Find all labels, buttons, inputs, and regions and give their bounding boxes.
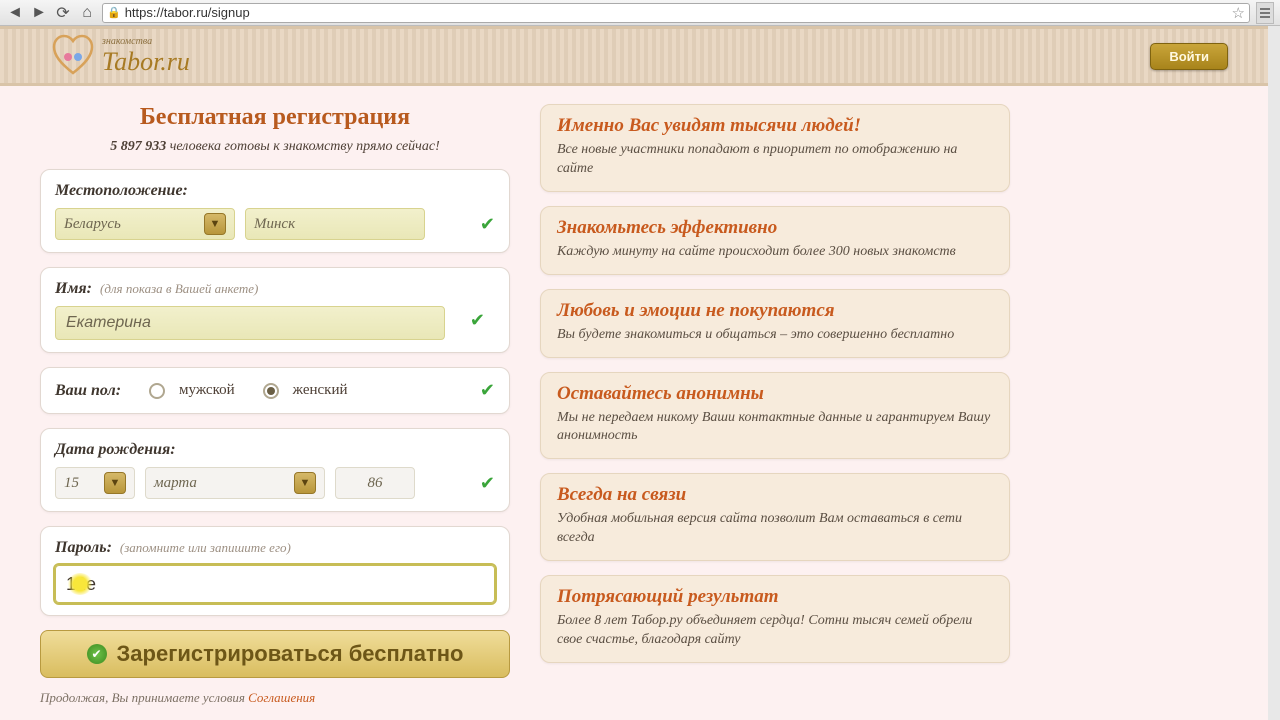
name-card: Имя: (для показа в Вашей анкете) ✔ <box>40 267 510 353</box>
location-label: Местоположение: <box>55 182 188 199</box>
user-count: 5 897 933 <box>110 139 166 154</box>
name-hint: (для показа в Вашей анкете) <box>100 281 258 296</box>
country-select[interactable]: Беларусь ▼ <box>55 208 235 240</box>
info-text: Более 8 лет Табор.ру объединяет сердца! … <box>557 612 993 650</box>
brand-name: Tabor.ru <box>102 47 190 77</box>
url-bar[interactable]: 🔒 https://tabor.ru/signup ☆ <box>102 3 1250 23</box>
check-icon: ✔ <box>480 473 495 494</box>
url-text: https://tabor.ru/signup <box>125 5 250 20</box>
location-card: Местоположение: Беларусь ▼ Минск ✔ <box>40 169 510 253</box>
info-heading: Любовь и эмоции не покупаются <box>557 300 993 322</box>
info-card: Знакомьтесь эффективно Каждую минуту на … <box>540 206 1010 275</box>
dob-label: Дата рождения: <box>55 441 176 458</box>
password-card: Пароль: (запомните или запишите его) <box>40 526 510 616</box>
reload-icon[interactable]: ⟳ <box>54 4 72 22</box>
info-heading: Именно Вас увидят тысячи людей! <box>557 115 993 137</box>
gender-label: Ваш пол: <box>55 382 121 400</box>
info-card: Всегда на связи Удобная мобильная версия… <box>540 473 1010 561</box>
info-text: Мы не передаем никому Ваши контактные да… <box>557 409 993 447</box>
info-card: Именно Вас увидят тысячи людей! Все новы… <box>540 104 1010 192</box>
browser-toolbar: ◄ ► ⟳ ⌂ 🔒 https://tabor.ru/signup ☆ <box>0 0 1280 26</box>
scrollbar-thumb[interactable] <box>1271 30 1277 150</box>
radio-female[interactable] <box>263 383 279 399</box>
info-text: Все новые участники попадают в приоритет… <box>557 141 993 179</box>
logo[interactable]: знакомства Tabor.ru <box>50 33 190 79</box>
check-icon: ✔ <box>470 310 485 331</box>
radio-male[interactable] <box>149 383 165 399</box>
subtitle: 5 897 933 человека готовы к знакомству п… <box>40 139 510 155</box>
info-heading: Потрясающий результат <box>557 586 993 608</box>
lock-icon: 🔒 <box>107 6 121 19</box>
site-header: знакомства Tabor.ru Войти <box>0 26 1268 86</box>
info-heading: Знакомьтесь эффективно <box>557 217 993 239</box>
gender-card: Ваш пол: мужской женский ✔ <box>40 367 510 414</box>
info-text: Вы будете знакомиться и общаться – это с… <box>557 326 993 345</box>
terms-text: Продолжая, Вы принимаете условия Соглаше… <box>40 690 510 706</box>
male-label: мужской <box>179 382 235 399</box>
info-card: Любовь и эмоции не покупаются Вы будете … <box>540 289 1010 358</box>
heart-icon <box>50 33 96 79</box>
star-icon[interactable]: ☆ <box>1232 4 1245 22</box>
terms-link[interactable]: Соглашения <box>248 690 315 705</box>
info-card: Потрясающий результат Более 8 лет Табор.… <box>540 575 1010 663</box>
chevron-down-icon: ▼ <box>294 472 316 494</box>
home-icon[interactable]: ⌂ <box>78 4 96 22</box>
dob-card: Дата рождения: 15 ▼ марта ▼ 86 ✔ <box>40 428 510 512</box>
day-select[interactable]: 15 ▼ <box>55 467 135 499</box>
check-circle-icon: ✔ <box>87 644 107 664</box>
password-hint: (запомните или запишите его) <box>120 540 291 555</box>
info-heading: Всегда на связи <box>557 484 993 506</box>
chevron-down-icon: ▼ <box>104 472 126 494</box>
check-icon: ✔ <box>480 214 495 235</box>
month-select[interactable]: марта ▼ <box>145 467 325 499</box>
female-label: женский <box>293 382 348 399</box>
menu-icon[interactable] <box>1256 2 1274 24</box>
info-text: Удобная мобильная версия сайта позволит … <box>557 510 993 548</box>
info-text: Каждую минуту на сайте происходит более … <box>557 243 993 262</box>
name-label: Имя: <box>55 280 92 297</box>
login-button[interactable]: Войти <box>1150 43 1228 70</box>
back-icon[interactable]: ◄ <box>6 4 24 22</box>
city-input[interactable]: Минск <box>245 208 425 240</box>
brand-tagline: знакомства <box>102 36 190 47</box>
register-button[interactable]: ✔ Зарегистрироваться бесплатно <box>40 630 510 678</box>
chevron-down-icon: ▼ <box>204 213 226 235</box>
password-input[interactable] <box>55 565 495 603</box>
year-input[interactable]: 86 <box>335 467 415 499</box>
page-title: Бесплатная регистрация <box>40 104 510 131</box>
check-icon: ✔ <box>480 380 495 401</box>
forward-icon[interactable]: ► <box>30 4 48 22</box>
name-input[interactable] <box>55 306 445 340</box>
info-heading: Оставайтесь анонимны <box>557 383 993 405</box>
password-label: Пароль: <box>55 539 112 556</box>
info-column: Именно Вас увидят тысячи людей! Все новы… <box>540 104 1010 706</box>
info-card: Оставайтесь анонимны Мы не передаем нико… <box>540 372 1010 460</box>
